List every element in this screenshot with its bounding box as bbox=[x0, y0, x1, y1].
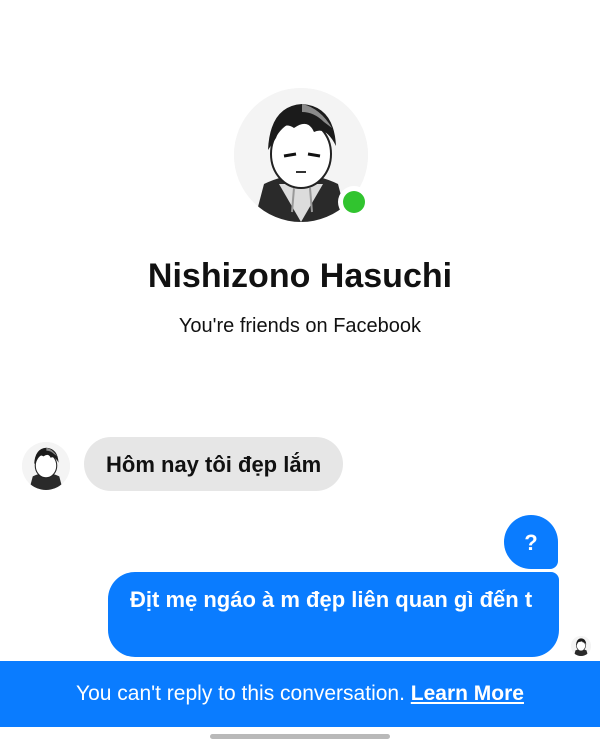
message-bubble-outgoing[interactable]: ? bbox=[504, 515, 558, 569]
friendship-status: You're friends on Facebook bbox=[178, 315, 422, 337]
manga-portrait-icon bbox=[571, 636, 591, 656]
sender-avatar[interactable] bbox=[22, 442, 70, 490]
message-bubble-outgoing[interactable]: Địt mẹ ngáo à m đẹp liên quan gì đến t bbox=[108, 572, 559, 657]
online-status-icon bbox=[338, 186, 370, 218]
read-receipt-avatar bbox=[571, 636, 591, 656]
messenger-conversation-screen: Nishizono Hasuchi You're friends on Face… bbox=[0, 0, 600, 747]
profile-name[interactable]: Nishizono Hasuchi bbox=[0, 257, 600, 296]
learn-more-link[interactable]: Learn More bbox=[411, 682, 524, 705]
home-indicator[interactable] bbox=[210, 734, 390, 739]
message-bubble-incoming[interactable]: Hôm nay tôi đẹp lắm bbox=[84, 437, 344, 491]
manga-portrait-icon bbox=[22, 442, 70, 490]
cannot-reply-banner: You can't reply to this conversation. Le… bbox=[0, 661, 600, 727]
cannot-reply-text: You can't reply to this conversation. bbox=[76, 682, 405, 705]
